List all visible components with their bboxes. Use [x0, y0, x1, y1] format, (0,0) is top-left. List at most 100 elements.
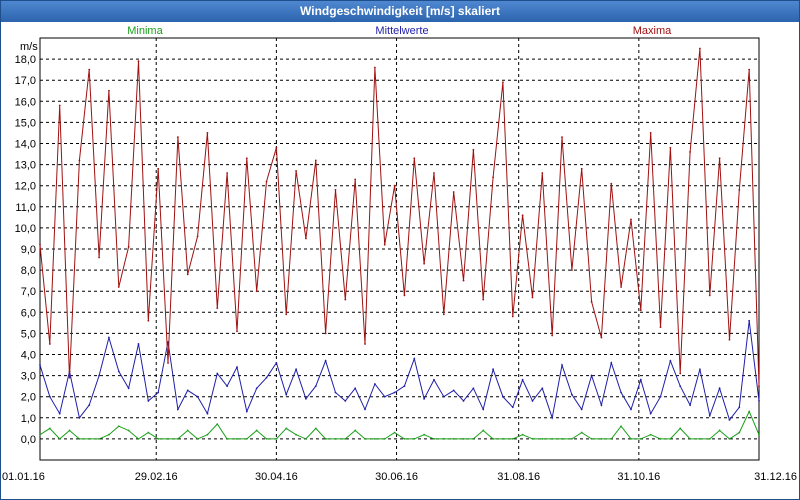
data-point-maxima — [305, 237, 307, 240]
data-point-mittelwerte — [373, 383, 376, 385]
data-point-maxima — [541, 172, 544, 174]
data-point-minima — [669, 438, 672, 440]
data-point-mittelwerte — [433, 378, 435, 381]
legend-mittelwerte: Mittelwerte — [375, 25, 428, 37]
data-point-minima — [403, 438, 406, 440]
data-point-minima — [393, 431, 396, 434]
data-point-maxima — [758, 385, 760, 388]
data-point-minima — [176, 438, 179, 440]
data-point-mittelwerte — [699, 368, 701, 371]
data-point-mittelwerte — [226, 385, 229, 388]
data-point-maxima — [147, 319, 150, 322]
data-point-mittelwerte — [521, 378, 524, 381]
data-point-minima — [521, 433, 524, 436]
data-point-minima — [452, 438, 455, 440]
wind-speed-chart: 0,0 1,0 2,0 3,0 4,0 5,0 6,0 7,0 8,0 9,0 10,0 11,0 12… — [2, 25, 797, 483]
data-point-mittelwerte — [255, 387, 258, 390]
y-tick-label: 13,0 — [15, 160, 36, 172]
data-point-maxima — [718, 157, 721, 160]
data-point-maxima — [521, 214, 524, 217]
x-tick-label: 30.04.16 — [255, 471, 298, 483]
data-point-minima — [561, 438, 563, 440]
data-point-mittelwerte — [482, 408, 485, 411]
data-point-minima — [39, 433, 41, 436]
y-tick-label: 1,0 — [21, 413, 36, 425]
x-tick-label: 30.06.16 — [375, 471, 418, 483]
data-point-mittelwerte — [561, 364, 563, 366]
data-point-maxima — [699, 47, 701, 50]
data-point-mittelwerte — [708, 414, 711, 417]
data-point-minima — [482, 429, 485, 432]
data-point-maxima — [452, 191, 455, 193]
y-tick-label: 11,0 — [15, 202, 36, 214]
data-point-minima — [127, 429, 130, 432]
data-point-maxima — [600, 336, 603, 339]
data-point-minima — [354, 429, 357, 432]
data-point-mittelwerte — [88, 404, 91, 407]
data-point-minima — [157, 438, 160, 440]
data-point-maxima — [610, 182, 613, 185]
data-point-minima — [659, 438, 662, 440]
data-point-minima — [610, 438, 613, 440]
data-point-maxima — [88, 68, 91, 71]
data-point-maxima — [423, 262, 426, 265]
data-point-minima — [580, 431, 583, 434]
legend-maxima: Maxima — [633, 25, 672, 37]
data-point-mittelwerte — [639, 378, 642, 381]
data-point-maxima — [216, 307, 219, 309]
data-point-maxima — [462, 279, 465, 282]
data-point-maxima — [748, 68, 751, 71]
y-tick-label: 4,0 — [21, 350, 36, 362]
data-point-mittelwerte — [669, 359, 672, 362]
data-point-mittelwerte — [98, 374, 100, 377]
data-point-mittelwerte — [610, 362, 613, 364]
data-point-minima — [58, 438, 61, 440]
data-point-mittelwerte — [78, 416, 81, 419]
data-point-mittelwerte — [758, 400, 760, 402]
data-point-maxima — [679, 372, 682, 375]
data-point-maxima — [511, 315, 514, 318]
data-point-mittelwerte — [206, 412, 209, 415]
data-point-mittelwerte — [570, 393, 573, 396]
data-point-minima — [511, 438, 514, 440]
x-tick-label: 31.12.16 — [754, 471, 797, 483]
data-point-mittelwerte — [117, 370, 120, 373]
data-point-mittelwerte — [403, 385, 406, 388]
data-point-mittelwerte — [344, 400, 347, 402]
data-point-minima — [708, 438, 711, 440]
x-tick-label: 29.02.16 — [135, 471, 178, 483]
y-tick-label: 5,0 — [21, 328, 36, 340]
data-point-maxima — [186, 273, 189, 276]
x-tick-label: 31.08.16 — [497, 471, 540, 483]
data-point-maxima — [334, 189, 337, 191]
data-point-maxima — [265, 180, 268, 183]
data-point-maxima — [620, 286, 623, 288]
data-point-mittelwerte — [649, 412, 652, 415]
data-point-minima — [551, 438, 554, 440]
data-point-mittelwerte — [423, 397, 426, 400]
legend-minima: Minima — [127, 25, 163, 37]
data-point-maxima — [167, 362, 169, 364]
data-point-minima — [639, 438, 642, 440]
data-point-maxima — [472, 148, 475, 151]
data-point-mittelwerte — [196, 395, 199, 398]
data-point-minima — [206, 433, 209, 436]
data-point-minima — [679, 427, 682, 430]
data-point-maxima — [649, 132, 652, 134]
data-point-minima — [728, 438, 731, 440]
data-point-minima — [236, 438, 238, 440]
data-point-maxima — [117, 286, 120, 288]
legend: Minima Mittelwerte Maxima — [127, 25, 672, 37]
data-point-minima — [570, 438, 573, 440]
data-point-maxima — [58, 104, 61, 107]
data-point-mittelwerte — [364, 408, 366, 411]
data-point-minima — [48, 427, 51, 430]
data-point-mittelwerte — [580, 408, 583, 411]
data-point-mittelwerte — [216, 372, 219, 375]
data-point-minima — [630, 438, 632, 440]
data-point-mittelwerte — [738, 406, 741, 409]
data-point-minima — [699, 438, 701, 440]
data-point-mittelwerte — [551, 416, 554, 419]
y-tick-label: 8,0 — [21, 265, 36, 277]
data-point-mittelwerte — [659, 395, 662, 398]
